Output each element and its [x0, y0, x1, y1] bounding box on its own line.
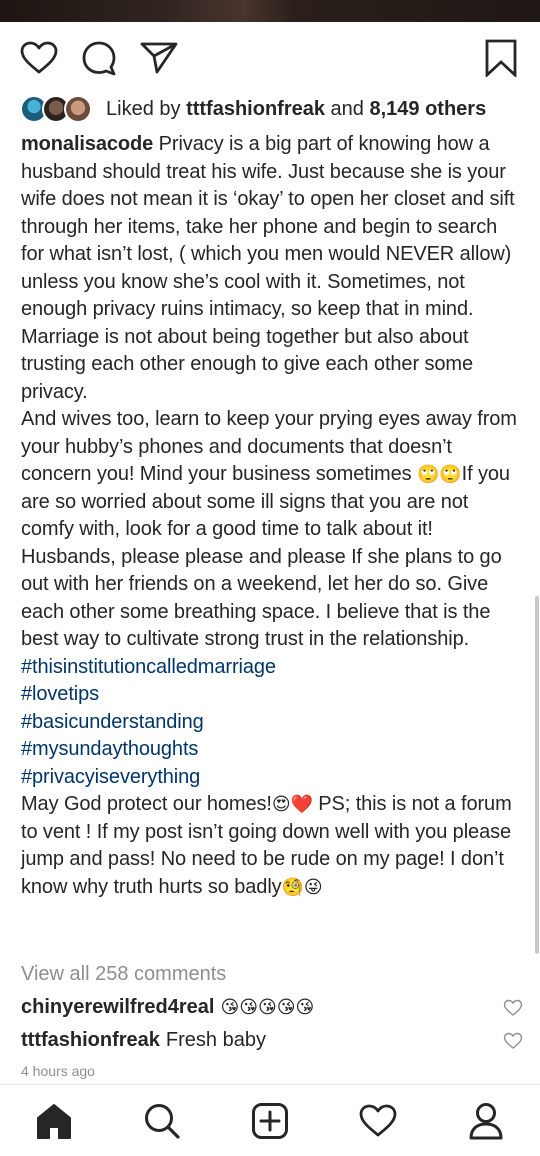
liked-by-label: Liked by — [106, 97, 181, 120]
hashtag-link[interactable]: #basicunderstanding — [21, 709, 525, 737]
caption-paragraph-3: Husbands, please please and please If sh… — [21, 545, 502, 651]
bookmark-icon — [485, 39, 517, 77]
caption-text: Privacy is a big part of knowing how a h… — [21, 133, 515, 403]
bottom-navigation-bar — [0, 1084, 540, 1156]
caption-paragraph-4: May God protect our homes!😍❤️ PS; this i… — [21, 791, 525, 901]
caption-text: May God protect our homes! — [21, 793, 272, 815]
like-button[interactable] — [19, 36, 59, 80]
nav-profile-button[interactable] — [464, 1099, 508, 1143]
share-button[interactable] — [139, 36, 179, 80]
view-all-comments-link[interactable]: View all 258 comments — [21, 963, 226, 986]
search-icon — [145, 1104, 180, 1139]
post-image-bottom-edge[interactable] — [0, 0, 540, 22]
scrollbar-thumb[interactable] — [535, 596, 539, 954]
avatar — [64, 95, 92, 123]
comment-row: chinyerewilfred4real 😘😘😘😘😘 — [21, 993, 523, 1021]
heart-icon — [359, 1104, 397, 1137]
liked-by-and: and — [330, 97, 364, 120]
hashtag-link[interactable]: #thisinstitutioncalledmarriage — [21, 654, 525, 682]
comment-bubble-icon — [82, 41, 116, 76]
comment-text: Fresh baby — [165, 1028, 266, 1051]
monocle-emoji: 🧐😜 — [281, 876, 323, 898]
post-action-bar — [0, 36, 540, 80]
comment-text: 😘😘😘😘😘 — [220, 996, 315, 1018]
comment-username[interactable]: chinyerewilfred4real — [21, 996, 214, 1019]
post-caption: monalisacode Privacy is a big part of kn… — [21, 131, 525, 901]
heart-outline-icon — [20, 41, 58, 74]
liker-avatars — [20, 94, 98, 124]
eye-roll-emoji: 🙄🙄 — [417, 464, 462, 485]
profile-icon — [469, 1103, 503, 1140]
nav-home-button[interactable] — [32, 1099, 76, 1143]
comment-like-icon[interactable] — [503, 999, 523, 1017]
liked-by-username[interactable]: tttfashionfreak — [186, 98, 325, 120]
likes-summary[interactable]: Liked by tttfashionfreak and 8,149 other… — [20, 93, 520, 125]
comment-button[interactable] — [79, 36, 119, 80]
add-post-icon — [252, 1103, 288, 1139]
comment-username[interactable]: tttfashionfreak — [21, 1029, 160, 1052]
nav-add-button[interactable] — [248, 1099, 292, 1143]
save-button[interactable] — [481, 36, 521, 80]
hashtag-link[interactable]: #lovetips — [21, 681, 525, 709]
comment-row: tttfashionfreak Fresh baby — [21, 1026, 523, 1054]
heart-eyes-emoji: 😍❤️ — [271, 794, 313, 815]
paper-plane-icon — [140, 42, 178, 74]
caption-paragraph-2: And wives too, learn to keep your prying… — [21, 406, 525, 544]
hashtag-link[interactable]: #mysundaythoughts — [21, 736, 525, 764]
caption-username[interactable]: monalisacode — [21, 133, 153, 155]
caption-paragraph-1: monalisacode Privacy is a big part of kn… — [21, 131, 525, 406]
hashtag-link[interactable]: #privacyiseverything — [21, 764, 525, 792]
home-icon — [37, 1104, 71, 1139]
likes-text: Liked by tttfashionfreak and 8,149 other… — [106, 98, 486, 121]
post-timestamp: 4 hours ago — [21, 1063, 95, 1079]
nav-search-button[interactable] — [140, 1099, 184, 1143]
nav-activity-button[interactable] — [356, 1099, 400, 1143]
comment-like-icon[interactable] — [503, 1032, 523, 1050]
liked-by-others-count[interactable]: 8,149 others — [369, 98, 486, 120]
